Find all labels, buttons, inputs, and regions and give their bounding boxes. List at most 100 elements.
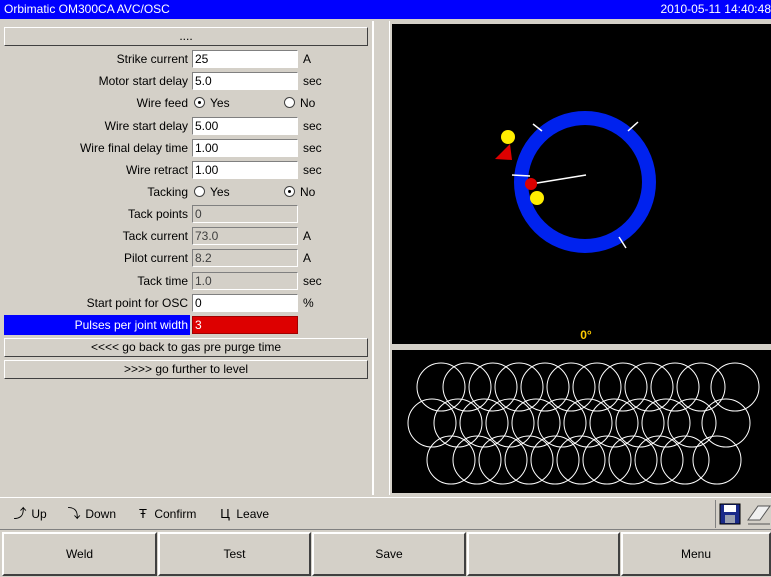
row-tacking: Tacking Yes No: [0, 182, 372, 202]
row-wire-start-delay: Wire start delay 5.00 sec: [0, 116, 372, 136]
hint-down-label: Down: [85, 507, 117, 521]
down-arrow-icon: ⤵: [67, 506, 81, 521]
tool-icons: [715, 500, 771, 528]
start-point-icon: [501, 130, 515, 144]
save-button[interactable]: Save: [312, 532, 466, 576]
hint-confirm-label: Confirm: [154, 507, 197, 521]
header-button[interactable]: ....: [4, 27, 368, 46]
wire-final-delay-label: Wire final delay time: [79, 141, 188, 155]
row-wire-final-delay: Wire final delay time 1.00 sec: [0, 138, 372, 158]
save-icon[interactable]: [719, 503, 741, 525]
wire-feed-yes-radio[interactable]: Yes: [194, 95, 230, 111]
tack-current-field: 73.0: [192, 227, 298, 245]
app-title: Orbimatic OM300CA AVC/OSC: [4, 2, 170, 16]
strike-current-field[interactable]: 25: [192, 50, 298, 68]
wire-start-delay-unit: sec: [303, 119, 322, 133]
start-point-osc-unit: %: [303, 296, 314, 310]
pilot-current-field: 8.2: [192, 249, 298, 267]
wire-feed-no-radio[interactable]: No: [284, 95, 315, 111]
wire-feed-label: Wire feed: [136, 96, 188, 110]
tack-time-field: 1.0: [192, 272, 298, 290]
tacking-label: Tacking: [147, 185, 188, 199]
current-point-icon: [530, 191, 544, 205]
radio-selected-icon: [284, 186, 295, 197]
tack-current-label: Tack current: [122, 229, 188, 243]
row-tack-current: Tack current 73.0 A: [0, 226, 372, 246]
wire-feed-no-label: No: [300, 96, 316, 110]
wire-feed-yes-label: Yes: [210, 96, 230, 110]
position-ring-graphic: [495, 111, 656, 253]
start-point-osc-label: Start point for OSC: [86, 296, 188, 310]
row-strike-current: Strike current 25 A: [0, 49, 372, 69]
wire-retract-label: Wire retract: [125, 163, 188, 177]
panel-divider: [372, 21, 374, 495]
torch-position-icon: [525, 178, 537, 190]
up-arrow-icon: ⤴: [13, 506, 27, 521]
row-motor-start-delay: Motor start delay 5.0 sec: [0, 71, 372, 91]
strike-current-label: Strike current: [116, 52, 188, 66]
key-hints-bar: ⤴ Up ⤵ Down Ŧ Confirm Ц Leave: [0, 497, 771, 530]
parameter-panel: .... Strike current 25 A Motor start del…: [0, 21, 390, 495]
ring-tick: [627, 121, 639, 132]
go-further-button[interactable]: >>>> go further to level: [4, 360, 368, 379]
tacking-yes-radio[interactable]: Yes: [194, 184, 230, 200]
motor-start-delay-unit: sec: [303, 74, 322, 88]
row-start-point-osc: Start point for OSC 0 %: [0, 293, 372, 313]
tack-points-label: Tack points: [127, 207, 188, 221]
pilot-current-unit: A: [303, 251, 312, 265]
wire-final-delay-unit: sec: [303, 141, 322, 155]
hint-up[interactable]: ⤴ Up: [12, 506, 47, 522]
test-button[interactable]: Test: [158, 532, 311, 576]
pilot-current-label: Pilot current: [123, 251, 188, 265]
weld-button[interactable]: Weld: [2, 532, 157, 576]
radio-selected-icon: [194, 97, 205, 108]
tacking-yes-label: Yes: [210, 185, 230, 199]
hint-leave-label: Leave: [236, 507, 270, 521]
leave-icon: Ц: [220, 506, 230, 521]
wire-final-delay-field[interactable]: 1.00: [192, 139, 298, 157]
go-back-button[interactable]: <<<< go back to gas pre purge time: [4, 338, 368, 357]
hint-up-label: Up: [31, 507, 47, 521]
empty-button[interactable]: [467, 532, 620, 576]
wire-retract-unit: sec: [303, 163, 322, 177]
pulses-per-joint-width-field[interactable]: 3: [192, 316, 298, 334]
row-pulses-per-joint-width[interactable]: Pulses per joint width 3: [0, 315, 372, 335]
row-tack-time: Tack time 1.0 sec: [0, 271, 372, 291]
pulse-circles: [407, 362, 760, 485]
torch-position-view: [392, 24, 771, 344]
tack-time-label: Tack time: [137, 274, 188, 288]
strike-current-unit: A: [303, 52, 312, 66]
confirm-icon: Ŧ: [139, 506, 147, 521]
hint-leave[interactable]: Ц Leave: [217, 506, 269, 522]
pulses-per-joint-width-label: Pulses per joint width: [74, 318, 188, 332]
row-wire-retract: Wire retract 1.00 sec: [0, 160, 372, 180]
menu-button[interactable]: Menu: [621, 532, 771, 576]
ring-tick: [511, 174, 531, 177]
row-pilot-current: Pilot current 8.2 A: [0, 248, 372, 268]
row-tack-points: Tack points 0: [0, 204, 372, 224]
wire-start-delay-field[interactable]: 5.00: [192, 117, 298, 135]
torch-pointer: [530, 174, 587, 185]
tacking-no-radio[interactable]: No: [284, 184, 315, 200]
hint-confirm[interactable]: Ŧ Confirm: [135, 506, 196, 522]
eraser-icon[interactable]: [747, 505, 771, 525]
title-bar: Orbimatic OM300CA AVC/OSC 2010-05-11 14:…: [0, 0, 771, 19]
motor-start-delay-label: Motor start delay: [98, 74, 188, 88]
tacking-no-label: No: [300, 185, 316, 199]
tack-points-field: 0: [192, 205, 298, 223]
tack-current-unit: A: [303, 229, 312, 243]
row-wire-feed: Wire feed Yes No: [0, 93, 372, 113]
tack-time-unit: sec: [303, 274, 322, 288]
wire-start-delay-label: Wire start delay: [104, 119, 188, 133]
angle-readout: 0°: [580, 328, 592, 342]
start-point-osc-field[interactable]: 0: [192, 294, 298, 312]
wire-retract-field[interactable]: 1.00: [192, 161, 298, 179]
function-button-bar: Weld Test Save Menu: [0, 532, 771, 577]
datetime-display: 2010-05-11 14:40:48: [660, 2, 771, 16]
start-marker-icon: [495, 144, 512, 160]
radio-unselected-icon: [284, 97, 295, 108]
pulse-pattern-graphic: [407, 362, 760, 485]
motor-start-delay-field[interactable]: 5.0: [192, 72, 298, 90]
radio-unselected-icon: [194, 186, 205, 197]
hint-down[interactable]: ⤵ Down: [66, 506, 116, 522]
